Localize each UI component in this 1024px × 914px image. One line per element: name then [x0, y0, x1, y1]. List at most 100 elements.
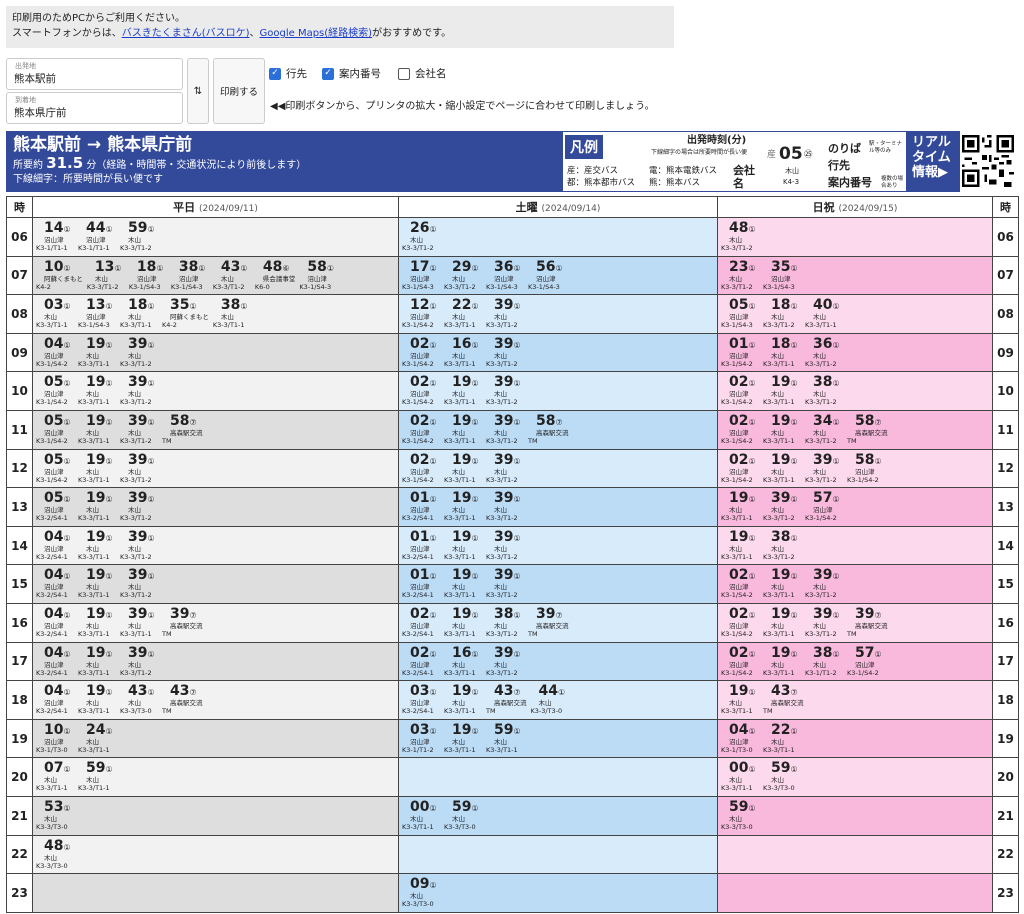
buslocation-link[interactable]: バスきたくまさん(バスロケ)	[122, 28, 250, 39]
departure-entry: 16① 木山 K3-3/T1-1	[444, 336, 482, 368]
option-guide-number[interactable]: ✓ 案内番号	[322, 66, 381, 81]
from-input[interactable]	[14, 72, 174, 84]
checkbox-guide-number-icon[interactable]: ✓	[322, 67, 334, 80]
departure-entry: 18① 木山 K3-3/T1-1	[120, 298, 158, 330]
stop-number: ①	[790, 533, 798, 543]
departure-time: 19①	[444, 412, 482, 430]
checkbox-destination-icon[interactable]: ✓	[269, 67, 281, 80]
departure-time: 39①	[763, 491, 801, 507]
hour-label: 17	[6, 641, 33, 682]
route-code: K3-1/S4-2	[721, 475, 753, 484]
departure-entry: 43⑦ 高森駅交流 TM	[162, 684, 203, 716]
destination: 木山	[86, 390, 99, 399]
departure-minute: 19	[86, 374, 106, 391]
from-field[interactable]: 出発地	[6, 58, 183, 90]
departure-entry: 19① 木山 K3-3/T1-1	[763, 413, 801, 445]
route-code: K3-3/T1-1	[444, 668, 476, 677]
google-maps-link[interactable]: Google Maps(経路検索)	[260, 28, 373, 39]
departure-minute: 39	[813, 567, 833, 584]
stop-number: ①	[790, 263, 798, 273]
departure-time: 14①	[36, 221, 74, 237]
route-code: K3-2/S4-1	[36, 514, 68, 523]
print-button[interactable]: 印刷する	[213, 58, 265, 124]
destination: 沼山津	[410, 390, 430, 399]
stop-number: ①	[874, 456, 882, 466]
stop-number: ①	[105, 572, 113, 582]
holiday-header: 日祝 (2024/09/15)	[717, 196, 993, 218]
departure-minute: 19	[452, 412, 472, 429]
stop-number: ①	[513, 340, 521, 350]
destination: 木山	[128, 313, 141, 322]
route-code: K3-3/T1-2	[486, 359, 518, 368]
departure-time: 02①	[721, 452, 759, 469]
stop-number: ①	[471, 456, 479, 466]
weekday-title: 平日	[173, 201, 196, 214]
stop-number: ①	[790, 649, 798, 659]
route-code: K3-3/T1-2	[120, 552, 152, 561]
option-company[interactable]: 会社名	[398, 66, 447, 81]
departure-time: 39①	[486, 336, 524, 353]
destination: 木山	[452, 737, 465, 746]
departure-time: 38①	[805, 645, 843, 662]
saturday-cell: 09① 木山 K3-3/T3-0	[398, 873, 718, 913]
route-code: K3-3/T1-1	[763, 668, 795, 677]
route-code: K3-3/T1-1	[444, 707, 476, 716]
to-field[interactable]: 到着地	[6, 92, 183, 124]
legend-key-code: 案内番号	[828, 176, 872, 189]
departure-time: 38①	[213, 298, 251, 314]
destination: 木山	[771, 737, 784, 746]
holiday-cell: 48① 木山 K3-3/T1-2	[717, 217, 993, 257]
departure-time: 18①	[763, 336, 801, 353]
stop-number: ①	[748, 649, 756, 659]
route-code: K3-3/T1-2	[486, 591, 518, 600]
departure-minute: 19	[452, 490, 472, 507]
departure-minute: 38	[494, 605, 514, 622]
qr-code-icon	[962, 135, 1014, 187]
stop-number: ①	[832, 379, 840, 389]
stop-number: ①	[105, 495, 113, 505]
destination: 木山	[410, 892, 423, 901]
route-code: K3-1/S4-3	[721, 321, 753, 330]
route-code: K3-2/S4-1	[36, 552, 68, 561]
departure-minute: 39	[128, 490, 148, 507]
departure-minute: 19	[729, 490, 749, 507]
realtime-info-button[interactable]: リアルタイム情報▶	[907, 131, 960, 192]
route-code: K3-3/T1-1	[721, 784, 753, 793]
holiday-cell: 02① 沼山津 K3-1/S4-2 19① 木山 K3-3/T1-1 39① 木山 K3-3/T…	[717, 602, 993, 643]
stop-number: ①	[240, 302, 248, 312]
departure-minute: 02	[729, 644, 749, 661]
destination: 沼山津	[771, 274, 791, 283]
destination: 木山	[128, 583, 141, 592]
departure-time: 23①	[721, 259, 759, 276]
swap-button[interactable]: ⇅	[187, 58, 209, 124]
departure-time: 19①	[78, 336, 116, 353]
departure-entry: 19① 木山 K3-3/T1-1	[444, 529, 482, 561]
departure-minute: 19	[771, 644, 791, 661]
stop-number: ①	[748, 225, 756, 234]
checkbox-company-icon[interactable]	[398, 67, 410, 80]
departure-minute: 39	[494, 490, 514, 507]
route-code: K3-3/T1-1	[78, 745, 110, 754]
stop-number: ①	[147, 340, 155, 350]
stop-number: ①	[63, 572, 71, 582]
option-destination[interactable]: ✓ 行先	[269, 66, 307, 81]
departure-time: 19①	[78, 606, 116, 623]
destination: 木山	[452, 583, 465, 592]
departure-entry: 10① 沼山津 K3-1/T3-0	[36, 722, 74, 754]
hour-row: 06 14① 沼山津 K3-1/T1-1 44① 沼山津 K3-1/T1-1 59① 木山 K3-…	[6, 217, 1019, 257]
departure-minute: 48	[44, 837, 64, 854]
destination: 木山	[86, 583, 99, 592]
departure-time: 02①	[402, 645, 440, 662]
holiday-cell: 02① 沼山津 K3-1/S4-2 19① 木山 K3-3/T1-1 39① 木山 K3-3/T…	[717, 448, 993, 489]
saturday-cell: 01① 沼山津 K3-2/S4-1 19① 木山 K3-3/T1-1 39① 木山 K3-3/T…	[398, 564, 718, 604]
route-code: K3-2/S4-1	[36, 629, 68, 638]
route-code: K3-1/S4-2	[847, 475, 879, 484]
to-input[interactable]	[14, 106, 174, 118]
weekday-cell: 04① 沼山津 K3-2/S4-1 19① 木山 K3-3/T1-1 39① 木山 K3-3/T…	[32, 564, 399, 604]
departure-entry: 01① 沼山津 K3-1/S4-2	[721, 336, 759, 368]
stop-number: ①	[429, 225, 437, 234]
route-code: K3-3/T1-1	[763, 398, 795, 407]
departure-entry: 39① 木山 K3-3/T1-2	[486, 490, 524, 523]
destination: 沼山津	[729, 390, 749, 399]
departure-time: 03①	[36, 298, 74, 314]
